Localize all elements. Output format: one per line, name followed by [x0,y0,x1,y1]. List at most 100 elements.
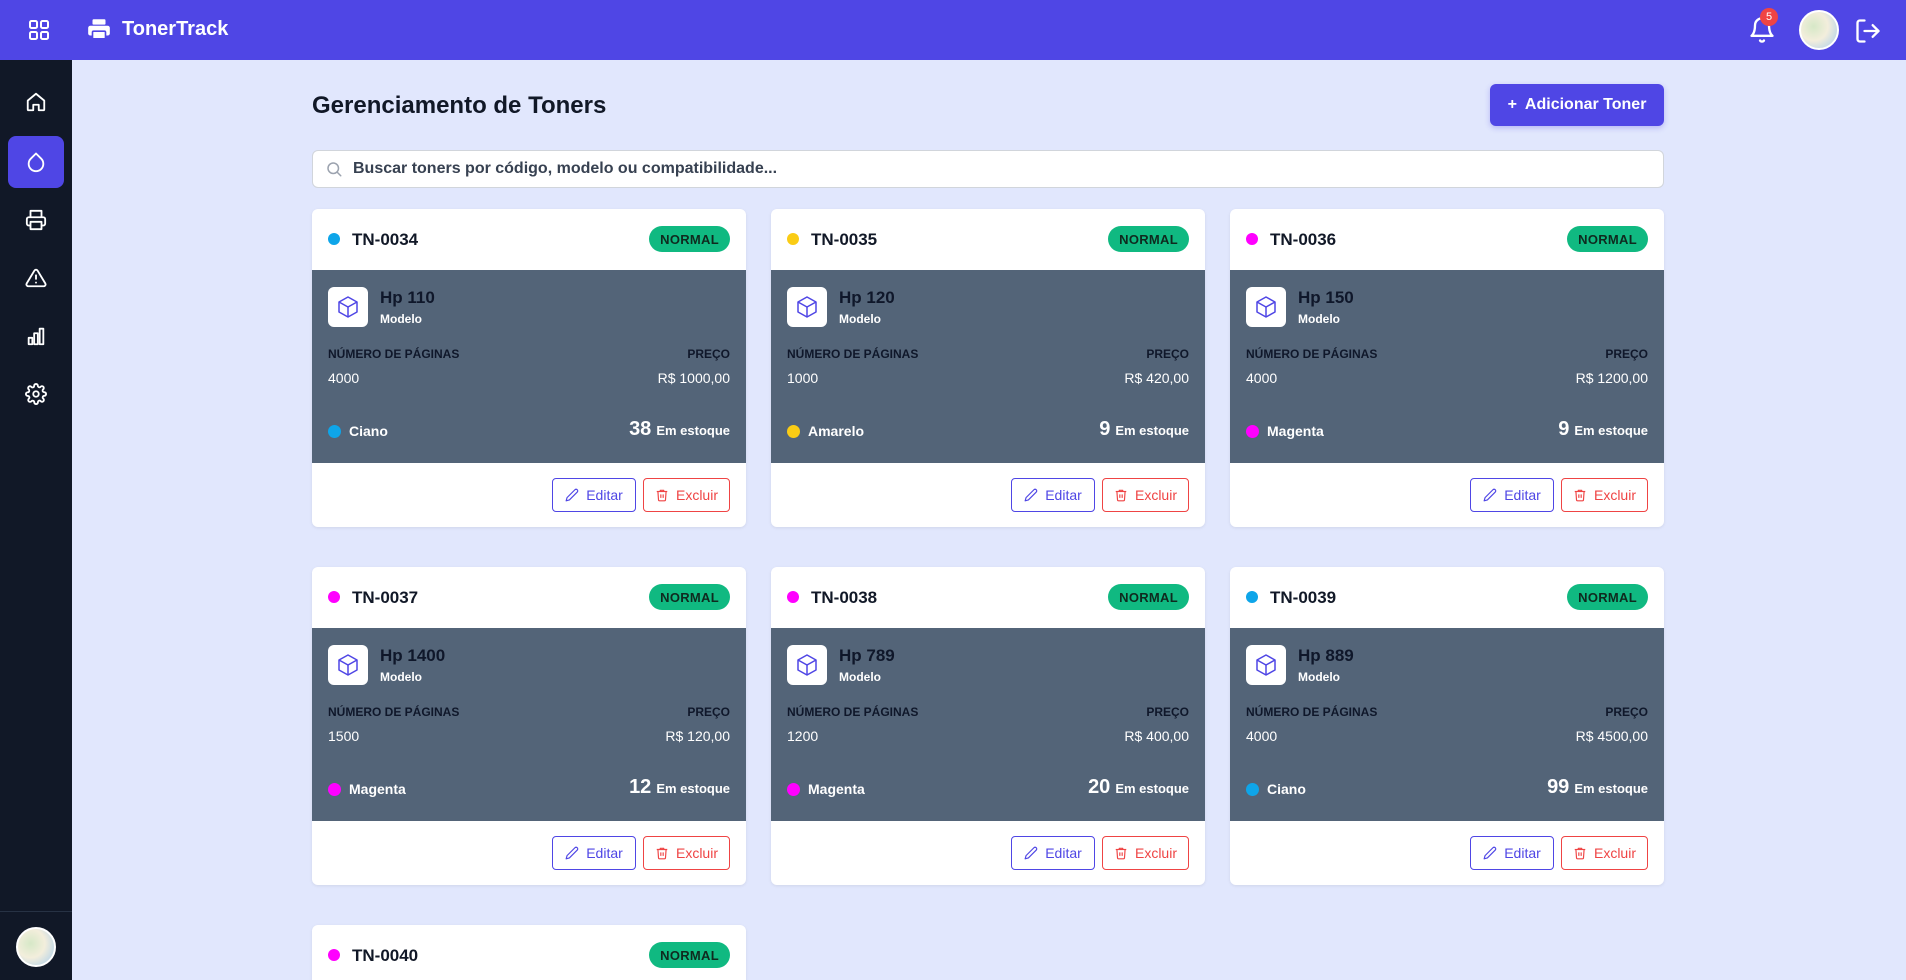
page-title: Gerenciamento de Toners [312,92,607,119]
model-name: Hp 120 [839,288,895,307]
color-dot [787,783,800,796]
color-dot [328,233,340,245]
printer-logo-icon [88,19,110,40]
delete-label: Excluir [675,845,718,861]
toner-code: TN-0040 [352,946,419,965]
color-dot [1246,425,1259,438]
card-body: Hp 150 Modelo NÚMERO DE PÁGINAS PREÇO 40… [1230,270,1664,463]
toner-card: TN-0036 NORMAL Hp 150 Modelo NÚMERO DE P… [1230,209,1664,527]
pages-value: 1200 [787,728,819,744]
pages-label: NÚMERO DE PÁGINAS [328,347,460,361]
card-header: TN-0036 NORMAL [1230,209,1664,270]
delete-button[interactable]: Excluir [1561,478,1648,512]
pages-label: NÚMERO DE PÁGINAS [787,705,919,719]
edit-button[interactable]: Editar [1470,836,1554,870]
sidebar-item-printers[interactable] [8,194,64,246]
card-body: Hp 110 Modelo NÚMERO DE PÁGINAS PREÇO 40… [312,270,746,463]
plus-icon: + [1507,96,1517,113]
price-value: R$ 1200,00 [1575,370,1648,386]
stock-label: Em estoque [656,781,730,796]
edit-button[interactable]: Editar [552,836,636,870]
apps-grid-icon[interactable] [27,18,51,42]
model-name: Hp 110 [380,288,435,307]
model-name: Hp 889 [1298,646,1354,665]
color-dot [328,949,340,961]
status-badge: NORMAL [1108,584,1189,610]
color-dot [787,591,799,603]
color-dot [328,425,341,438]
edit-label: Editar [1504,487,1541,503]
trash-icon [1573,846,1587,860]
stock-label: Em estoque [1115,423,1189,438]
user-avatar[interactable] [1799,10,1839,50]
model-label: Modelo [380,670,422,684]
add-toner-button[interactable]: + Adicionar Toner [1490,84,1664,126]
edit-button[interactable]: Editar [552,478,636,512]
price-value: R$ 420,00 [1124,370,1189,386]
color-dot [787,425,800,438]
color-name: Amarelo [808,423,865,439]
toner-code: TN-0035 [811,230,878,249]
model-label: Modelo [380,312,422,326]
pages-value: 4000 [1246,728,1278,744]
card-body: Hp 1400 Modelo NÚMERO DE PÁGINAS PREÇO 1… [312,628,746,821]
stock-count: 20 [1088,776,1111,798]
stock-info: 9 Em estoque [1558,418,1648,441]
status-badge: NORMAL [649,226,730,252]
app-name: TonerTrack [122,17,229,40]
pages-label: NÚMERO DE PÁGINAS [328,705,460,719]
edit-label: Editar [586,487,623,503]
color-dot [328,783,341,796]
price-label: PREÇO [1605,347,1648,361]
edit-button[interactable]: Editar [1470,478,1554,512]
stock-label: Em estoque [1574,781,1648,796]
pages-value: 1500 [328,728,360,744]
delete-button[interactable]: Excluir [643,478,730,512]
pages-label: NÚMERO DE PÁGINAS [1246,347,1378,361]
card-footer: Editar Excluir [1230,463,1664,527]
model-name: Hp 150 [1298,288,1354,307]
search-input[interactable] [353,160,1653,178]
stock-label: Em estoque [1574,423,1648,438]
edit-label: Editar [1045,845,1082,861]
color-dot [1246,591,1258,603]
delete-button[interactable]: Excluir [1102,478,1189,512]
sidebar-item-toners[interactable] [8,136,64,188]
color-dot [1246,783,1259,796]
sidebar-item-settings[interactable] [8,368,64,420]
box-icon [787,287,827,327]
edit-button[interactable]: Editar [1011,836,1095,870]
logout-icon[interactable] [1854,17,1882,45]
delete-button[interactable]: Excluir [1561,836,1648,870]
model-label: Modelo [1298,312,1340,326]
color-name: Ciano [349,423,388,439]
stock-info: 38 Em estoque [629,418,730,441]
card-header: TN-0037 NORMAL [312,567,746,628]
delete-button[interactable]: Excluir [1102,836,1189,870]
color-dot [787,233,799,245]
pages-value: 1000 [787,370,819,386]
toner-card: TN-0040 NORMAL [312,925,746,980]
sidebar-item-reports[interactable] [8,310,64,362]
delete-label: Excluir [1593,845,1636,861]
price-value: R$ 400,00 [1124,728,1189,744]
gear-icon [25,383,47,405]
toner-code: TN-0038 [811,588,878,607]
brand[interactable]: TonerTrack [86,16,228,42]
sidebar-item-alerts[interactable] [8,252,64,304]
sidebar [0,60,72,980]
price-label: PREÇO [687,347,730,361]
delete-button[interactable]: Excluir [643,836,730,870]
card-header: TN-0035 NORMAL [771,209,1205,270]
price-value: R$ 4500,00 [1575,728,1648,744]
stock-label: Em estoque [1115,781,1189,796]
sidebar-user-avatar[interactable] [16,927,56,967]
color-name: Magenta [1267,423,1324,439]
box-icon [787,645,827,685]
toner-card: TN-0034 NORMAL Hp 110 Modelo NÚMERO DE P… [312,209,746,527]
status-badge: NORMAL [649,942,730,968]
model-label: Modelo [1298,670,1340,684]
edit-button[interactable]: Editar [1011,478,1095,512]
box-icon [328,645,368,685]
sidebar-item-home[interactable] [8,76,64,128]
